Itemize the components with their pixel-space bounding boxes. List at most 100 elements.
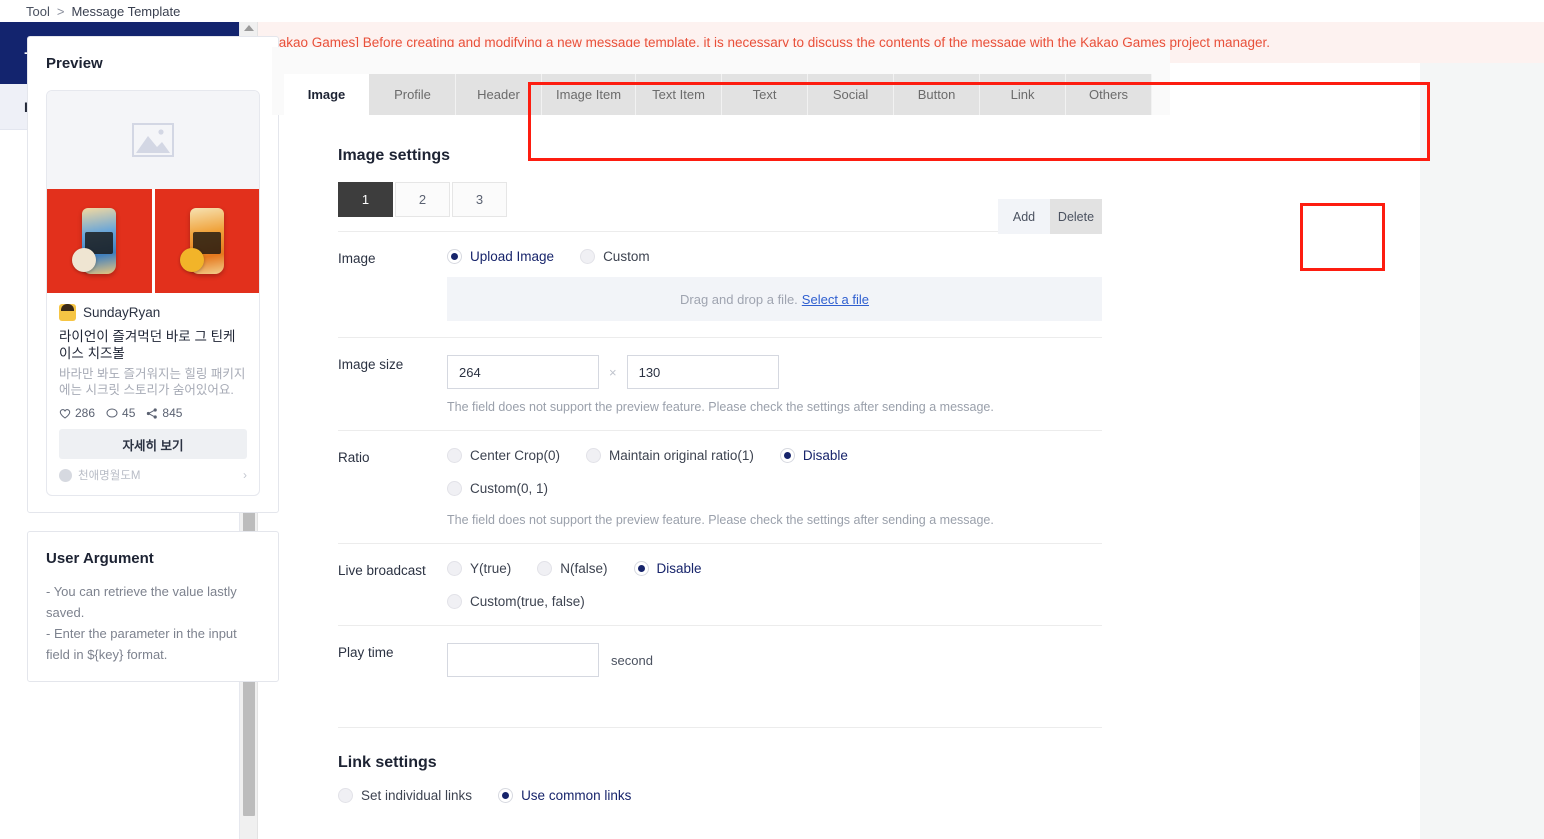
- radio-dot-icon: [498, 788, 514, 803]
- image-size-hint: The field does not support the preview f…: [447, 400, 994, 414]
- preview-thumbnails: [47, 189, 259, 293]
- radio-label: Disable: [802, 448, 848, 463]
- preview-stats: 286 45 845: [59, 406, 247, 420]
- image-index-tab-2[interactable]: 2: [395, 182, 450, 217]
- share-icon: [147, 407, 158, 419]
- radio-dot-icon: [580, 249, 596, 264]
- radio-label: Maintain original ratio(1): [609, 448, 754, 463]
- radio-label: Use common links: [521, 788, 632, 803]
- tab-image[interactable]: Image: [284, 74, 370, 115]
- radio-live-disable[interactable]: Disable: [633, 561, 702, 576]
- ratio-hint: The field does not support the preview f…: [447, 513, 994, 527]
- link-settings-title: Link settings: [338, 754, 437, 771]
- preview-body: SundayRyan 라이언이 즐겨먹던 바로 그 틴케이스 치즈볼 바라만 봐…: [47, 293, 259, 495]
- ratio-label: Ratio: [338, 450, 370, 465]
- radio-ratio-custom[interactable]: Custom(0, 1): [447, 481, 548, 496]
- radio-dot-icon: [447, 594, 462, 609]
- radio-label: Upload Image: [470, 249, 555, 264]
- radio-individual-links[interactable]: Set individual links: [338, 788, 472, 803]
- preview-footer[interactable]: 천애명월도M ›: [59, 467, 247, 483]
- radio-common-links[interactable]: Use common links: [498, 788, 631, 803]
- preview-cta-button[interactable]: 자세히 보기: [59, 429, 247, 459]
- radio-live-true[interactable]: Y(true): [447, 561, 511, 576]
- user-argument-panel: User Argument - You can retrieve the val…: [27, 531, 279, 682]
- breadcrumb-separator: >: [56, 3, 65, 19]
- shares-stat: 845: [146, 406, 182, 420]
- tab-others[interactable]: Others: [1066, 74, 1153, 115]
- image-height-input[interactable]: [626, 355, 779, 389]
- image-index-tabs: 1 2 3: [338, 182, 1102, 217]
- link-settings-section: Link settings Set individual links Use c…: [338, 727, 1102, 803]
- preview-message-description: 바라만 봐도 즐거워지는 힐링 패키지에는 시크릿 스토리가 숨어있어요.: [59, 367, 246, 397]
- radio-live-false[interactable]: N(false): [537, 561, 608, 576]
- radio-dot-icon: [447, 448, 462, 463]
- radio-maintain-ratio[interactable]: Maintain original ratio(1): [586, 448, 754, 463]
- radio-live-custom[interactable]: Custom(true, false): [447, 594, 585, 609]
- chevron-right-icon: ›: [243, 468, 247, 482]
- footer-channel-name: 천애명월도M: [78, 470, 141, 482]
- tab-image-item[interactable]: Image Item: [542, 74, 637, 115]
- tab-text-item[interactable]: Text Item: [636, 74, 723, 115]
- tab-social[interactable]: Social: [808, 74, 895, 115]
- radio-label: Custom: [603, 249, 650, 264]
- sender-name: SundayRyan: [83, 305, 161, 320]
- tab-header[interactable]: Header: [456, 74, 542, 115]
- radio-label: Custom(0, 1): [470, 481, 549, 496]
- delete-button[interactable]: Delete: [1050, 199, 1102, 234]
- dropzone-text: Drag and drop a file.: [680, 291, 798, 307]
- breadcrumb-current: Message Template: [71, 3, 181, 19]
- avatar: [59, 304, 76, 321]
- tab-text[interactable]: Text: [722, 74, 809, 115]
- preview-column: Preview SundayRyan 라이언이 즐겨먹던 바로 그 틴케이스 치…: [27, 36, 279, 682]
- play-time-label: Play time: [338, 645, 394, 660]
- breadcrumb: Tool > Message Template: [0, 0, 1544, 22]
- preview-hero-placeholder: [47, 91, 259, 189]
- radio-center-crop[interactable]: Center Crop(0): [447, 448, 560, 463]
- breadcrumb-root[interactable]: Tool: [26, 4, 50, 19]
- preview-thumbnail-2: [154, 189, 259, 293]
- app-root: Tool > Message Template + Create templat…: [0, 0, 1544, 839]
- scroll-up-arrow-icon[interactable]: [243, 25, 254, 31]
- file-dropzone[interactable]: Drag and drop a file. Select a file: [447, 277, 1102, 321]
- preview-thumbnail-1: [47, 189, 152, 293]
- tab-link[interactable]: Link: [980, 74, 1067, 115]
- add-button[interactable]: Add: [998, 199, 1050, 234]
- image-size-row: Image size × The field does not support …: [338, 337, 1102, 430]
- radio-ratio-disable[interactable]: Disable: [779, 448, 848, 463]
- radio-label: Disable: [656, 561, 702, 576]
- heart-icon: [59, 408, 71, 419]
- radio-dot-icon: [633, 561, 649, 576]
- preview-message-title: 라이언이 즐겨먹던 바로 그 틴케이스 치즈볼: [59, 329, 236, 361]
- preview-sender: SundayRyan: [59, 304, 247, 321]
- user-argument-line-1: - You can retrieve the value lastly save…: [46, 584, 237, 620]
- likes-count: 286: [75, 406, 96, 420]
- play-time-input[interactable]: [447, 643, 599, 677]
- image-width-input[interactable]: [447, 355, 599, 389]
- image-index-tab-1[interactable]: 1: [338, 182, 393, 217]
- ratio-radios-row2: Custom(0, 1): [447, 481, 1102, 496]
- tab-profile[interactable]: Profile: [370, 74, 456, 115]
- ratio-radios: Center Crop(0) Maintain original ratio(1…: [447, 448, 1102, 463]
- radio-label: Set individual links: [361, 788, 473, 803]
- tab-button[interactable]: Button: [894, 74, 981, 115]
- message-preview-card: SundayRyan 라이언이 즐겨먹던 바로 그 틴케이스 치즈볼 바라만 봐…: [46, 90, 260, 496]
- radio-custom-image[interactable]: Custom: [580, 249, 650, 264]
- comment-icon: [106, 408, 118, 417]
- radio-dot-icon: [447, 249, 462, 264]
- image-source-radios: Upload Image Custom: [447, 249, 1102, 264]
- live-broadcast-row: Live broadcast Y(true) N(false) Disable: [338, 543, 1102, 625]
- select-file-link[interactable]: Select a file: [802, 292, 869, 307]
- shares-count: 845: [162, 406, 183, 420]
- image-row-label: Image: [338, 251, 376, 266]
- image-settings-form: Image settings 1 2 3 Add Delete Image Up…: [338, 147, 1102, 803]
- preview-title: Preview: [46, 55, 103, 72]
- live-broadcast-label: Live broadcast: [338, 563, 426, 578]
- radio-upload-image[interactable]: Upload Image: [447, 249, 554, 264]
- radio-label: Center Crop(0): [470, 448, 561, 463]
- channel-icon: [59, 468, 72, 482]
- user-argument-title: User Argument: [46, 550, 154, 567]
- user-argument-line-2: - Enter the parameter in the input field…: [46, 626, 237, 662]
- image-index-tab-3[interactable]: 3: [452, 182, 507, 217]
- radio-dot-icon: [447, 481, 462, 496]
- image-settings-title: Image settings: [338, 147, 451, 164]
